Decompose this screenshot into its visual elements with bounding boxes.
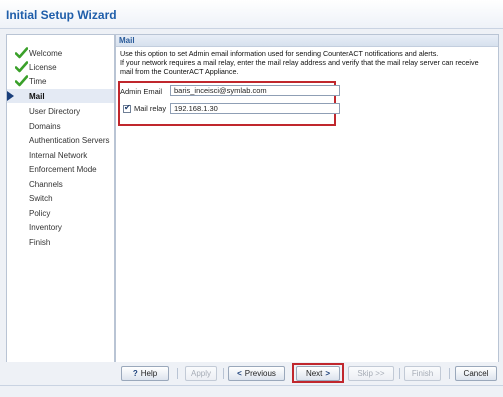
- step-enforcement-mode[interactable]: Enforcement Mode: [7, 162, 114, 176]
- step-label: Switch: [29, 194, 53, 203]
- skip-button-label: Skip >>: [357, 369, 385, 378]
- admin-email-label: Admin Email: [120, 87, 163, 96]
- step-label: Time: [29, 77, 47, 86]
- step-label: Welcome: [29, 49, 63, 58]
- step-label: Finish: [29, 238, 51, 247]
- mail-relay-checkbox[interactable]: ✔: [123, 103, 131, 113]
- step-domains[interactable]: Domains: [7, 119, 114, 133]
- mail-relay-input[interactable]: [170, 103, 340, 114]
- step-label: Domains: [29, 122, 61, 131]
- apply-button[interactable]: Apply: [185, 366, 217, 381]
- step-label: Authentication Servers: [29, 136, 110, 145]
- help-button-label: Help: [140, 369, 158, 378]
- step-label: User Directory: [29, 107, 81, 116]
- step-authentication-servers[interactable]: Authentication Servers: [7, 133, 114, 147]
- step-switch[interactable]: Switch: [7, 191, 114, 205]
- step-label: Mail: [29, 92, 45, 101]
- chevron-left-icon: <: [237, 369, 242, 378]
- check-icon: [15, 75, 28, 87]
- check-icon: [15, 61, 28, 73]
- description-line: mail from the CounterACT Appliance.: [120, 67, 239, 76]
- button-separator: [223, 368, 224, 379]
- current-step-arrow-icon: [7, 91, 14, 101]
- finish-button-label: Finish: [411, 369, 434, 378]
- step-label: License: [29, 63, 57, 72]
- step-label: Inventory: [29, 223, 62, 232]
- step-welcome[interactable]: Welcome: [7, 46, 114, 60]
- step-time[interactable]: Time: [7, 74, 114, 88]
- check-icon: [15, 47, 28, 59]
- admin-email-input[interactable]: [170, 85, 340, 96]
- step-label: Channels: [29, 180, 63, 189]
- button-separator: [449, 368, 450, 379]
- step-user-directory[interactable]: User Directory: [7, 104, 114, 118]
- button-separator: [399, 368, 400, 379]
- step-inventory[interactable]: Inventory: [7, 220, 114, 234]
- previous-button[interactable]: < Previous: [228, 366, 285, 381]
- description-line: Use this option to set Admin email infor…: [120, 49, 439, 58]
- help-button[interactable]: ? Help: [121, 366, 169, 381]
- finish-button[interactable]: Finish: [404, 366, 441, 381]
- step-internal-network[interactable]: Internal Network: [7, 148, 114, 162]
- cancel-button-label: Cancel: [463, 369, 489, 378]
- checkmark-icon: ✔: [124, 103, 131, 112]
- step-label: Internal Network: [29, 151, 88, 160]
- window-title: Initial Setup Wizard: [6, 8, 117, 22]
- section-title: Mail: [119, 36, 135, 45]
- title-bar: Initial Setup Wizard: [0, 0, 503, 29]
- step-label: Policy: [29, 209, 51, 218]
- mail-relay-label[interactable]: Mail relay: [134, 104, 166, 113]
- step-policy[interactable]: Policy: [7, 206, 114, 220]
- step-label: Enforcement Mode: [29, 165, 97, 174]
- mail-settings-panel: Mail Use this option to set Admin email …: [115, 34, 499, 364]
- apply-button-label: Apply: [190, 369, 211, 378]
- section-header: Mail: [116, 35, 498, 47]
- section-description: Use this option to set Admin email infor…: [120, 49, 496, 76]
- help-icon: ?: [132, 369, 138, 378]
- next-button-highlight: [292, 363, 344, 383]
- step-channels[interactable]: Channels: [7, 177, 114, 191]
- cancel-button[interactable]: Cancel: [455, 366, 497, 381]
- step-mail[interactable]: Mail: [7, 89, 114, 103]
- step-finish[interactable]: Finish: [7, 235, 114, 249]
- previous-button-label: Previous: [244, 369, 276, 378]
- skip-button[interactable]: Skip >>: [348, 366, 394, 381]
- step-license[interactable]: License: [7, 60, 114, 74]
- button-separator: [177, 368, 178, 379]
- wizard-steps-sidebar: Welcome License Time Mail User Directory…: [6, 34, 115, 364]
- footer-divider: [0, 385, 503, 386]
- description-line: If your network requires a mail relay, e…: [120, 58, 479, 67]
